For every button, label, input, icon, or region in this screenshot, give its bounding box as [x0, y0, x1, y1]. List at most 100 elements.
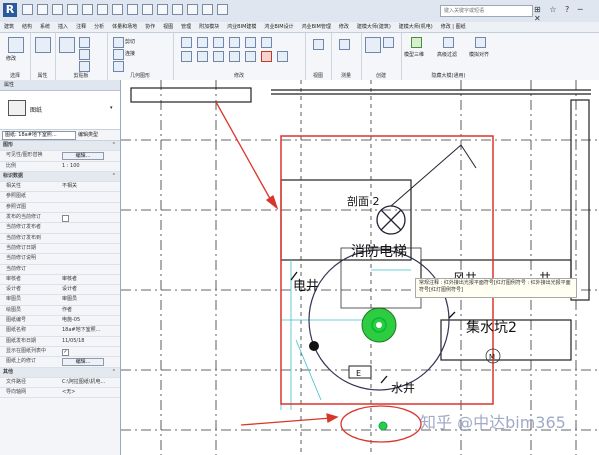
window-controls[interactable]: ⊞ ☆ ? ─ ✕: [534, 5, 599, 23]
align-icon[interactable]: [181, 37, 192, 48]
join-icon[interactable]: [113, 49, 124, 60]
collapse-icon[interactable]: ⌃: [112, 172, 116, 181]
tab-9[interactable]: 管理: [177, 22, 195, 32]
delete-icon[interactable]: [261, 51, 272, 62]
tab-11[interactable]: 鸿业BIM建模: [223, 22, 260, 32]
sync-icon[interactable]: [52, 4, 63, 15]
checkbox[interactable]: ✓: [62, 348, 69, 356]
checkbox[interactable]: [62, 215, 69, 223]
split-icon[interactable]: [245, 37, 256, 48]
property-value[interactable]: 11/05/18: [62, 337, 118, 346]
title-bar: R 键入关键字或短语 ⊞ ☆ ? ─ ✕: [0, 0, 599, 23]
cut-icon[interactable]: [79, 37, 90, 48]
create-parts-icon[interactable]: [383, 37, 394, 48]
tab-6[interactable]: 体量和场地: [108, 22, 141, 32]
property-value[interactable]: <无>: [62, 388, 118, 397]
tab-12[interactable]: 鸿业BIM设计: [260, 22, 297, 32]
cut-geometry-label[interactable]: 剪切: [125, 38, 135, 45]
mirror-axis-icon[interactable]: [213, 37, 224, 48]
tab-7[interactable]: 协作: [141, 22, 159, 32]
offset-icon[interactable]: [197, 37, 208, 48]
tab-8[interactable]: 视图: [159, 22, 177, 32]
properties-icon[interactable]: [35, 37, 51, 53]
create-assembly-icon[interactable]: [365, 37, 381, 53]
print-icon[interactable]: [97, 4, 108, 15]
property-key: 相关性: [6, 183, 22, 190]
bottom-device[interactable]: [378, 421, 388, 431]
simulate-align-label[interactable]: 模拟对齐: [469, 51, 489, 58]
array-icon[interactable]: [245, 51, 256, 62]
mirror-draw-icon[interactable]: [229, 37, 240, 48]
measure-tool-icon[interactable]: [339, 39, 350, 50]
tab-15[interactable]: 建模大师(建筑): [353, 22, 395, 32]
open-icon[interactable]: [22, 4, 33, 15]
tab-14[interactable]: 修改: [335, 22, 353, 32]
revit-logo[interactable]: R: [3, 3, 17, 17]
text-icon[interactable]: [157, 4, 168, 15]
save-icon[interactable]: [37, 4, 48, 15]
tab-3[interactable]: 插入: [54, 22, 72, 32]
property-value[interactable]: 设计者: [62, 285, 118, 294]
instance-selector[interactable]: 图纸: 18a#地下室照...: [2, 131, 76, 140]
scale-icon[interactable]: [277, 51, 288, 62]
modify-cursor-icon[interactable]: [8, 37, 24, 53]
advanced-filter-icon[interactable]: [443, 37, 454, 48]
modify-button-label[interactable]: 修改: [6, 55, 16, 62]
tag-icon[interactable]: [142, 4, 153, 15]
pin-icon[interactable]: [261, 37, 272, 48]
close-windows-icon[interactable]: [217, 4, 228, 15]
property-section-header[interactable]: 其他 ⌃: [0, 367, 120, 378]
property-value[interactable]: C:\阿拉图纸\机电...: [62, 378, 118, 387]
tab-1[interactable]: 结构: [18, 22, 36, 32]
simulate-align-icon[interactable]: [475, 37, 486, 48]
paste-icon[interactable]: [59, 37, 75, 53]
tab-10[interactable]: 附加模块: [195, 22, 223, 32]
edit-button[interactable]: 编辑...: [62, 152, 104, 161]
tab-4[interactable]: 注释: [72, 22, 90, 32]
property-value[interactable]: 审图员: [62, 295, 118, 304]
property-value[interactable]: 18a#地下室照...: [62, 326, 118, 335]
copy-icon[interactable]: [79, 49, 90, 60]
type-dropdown-icon[interactable]: ▾: [110, 105, 113, 111]
section-icon[interactable]: [187, 4, 198, 15]
search-input[interactable]: 键入关键字或短语: [440, 5, 533, 17]
3d-view-icon[interactable]: [172, 4, 183, 15]
property-section-header[interactable]: 标识数据 ⌃: [0, 171, 120, 183]
undo-icon[interactable]: [67, 4, 78, 15]
tab-2[interactable]: 系统: [36, 22, 54, 32]
model-3d-label[interactable]: 模型三维: [404, 51, 424, 58]
edit-type-button[interactable]: 编辑类型: [78, 131, 98, 139]
trim-icon[interactable]: [229, 51, 240, 62]
move-icon[interactable]: [181, 51, 192, 62]
wall-joins-icon[interactable]: [113, 61, 124, 72]
property-value[interactable]: 作者: [62, 306, 118, 315]
join-geometry-label[interactable]: 连接: [125, 50, 135, 57]
drawing-canvas[interactable]: 剖面 2 消防电梯 电井 集水坑2 水井 E M 风井 井: [121, 80, 599, 455]
measure-icon[interactable]: [112, 4, 123, 15]
tab-0[interactable]: 建筑: [0, 22, 18, 32]
tab-13[interactable]: 鸿业BIM管理: [298, 22, 335, 32]
property-value[interactable]: 电施-05: [62, 316, 118, 325]
ribbon-group-modify: 修改: [173, 33, 306, 80]
copy-element-icon[interactable]: [197, 51, 208, 62]
match-icon[interactable]: [79, 61, 90, 72]
dimension-icon[interactable]: [127, 4, 138, 15]
hide-view-icon[interactable]: [313, 39, 324, 50]
edit-button[interactable]: 编辑...: [62, 358, 104, 367]
property-value[interactable]: 1 : 100: [62, 162, 118, 171]
thin-lines-icon[interactable]: [202, 4, 213, 15]
floor-plan[interactable]: 剖面 2 消防电梯 电井 集水坑2 水井 E M 风井 井: [121, 80, 599, 455]
tab-17[interactable]: 修改 | 图纸: [437, 22, 470, 32]
model-3d-icon[interactable]: [411, 37, 422, 48]
collapse-icon[interactable]: ⌃: [112, 141, 116, 150]
property-section-header[interactable]: 图形 ⌃: [0, 141, 120, 152]
property-value[interactable]: 不相关: [62, 182, 118, 191]
advanced-filter-label[interactable]: 高级过滤: [437, 51, 457, 58]
property-value[interactable]: 审核者: [62, 275, 118, 284]
cope-icon[interactable]: [113, 37, 124, 48]
tab-5[interactable]: 分析: [90, 22, 108, 32]
collapse-icon[interactable]: ⌃: [112, 368, 116, 377]
redo-icon[interactable]: [82, 4, 93, 15]
rotate-icon[interactable]: [213, 51, 224, 62]
tab-16[interactable]: 建模大师(机电): [395, 22, 437, 32]
